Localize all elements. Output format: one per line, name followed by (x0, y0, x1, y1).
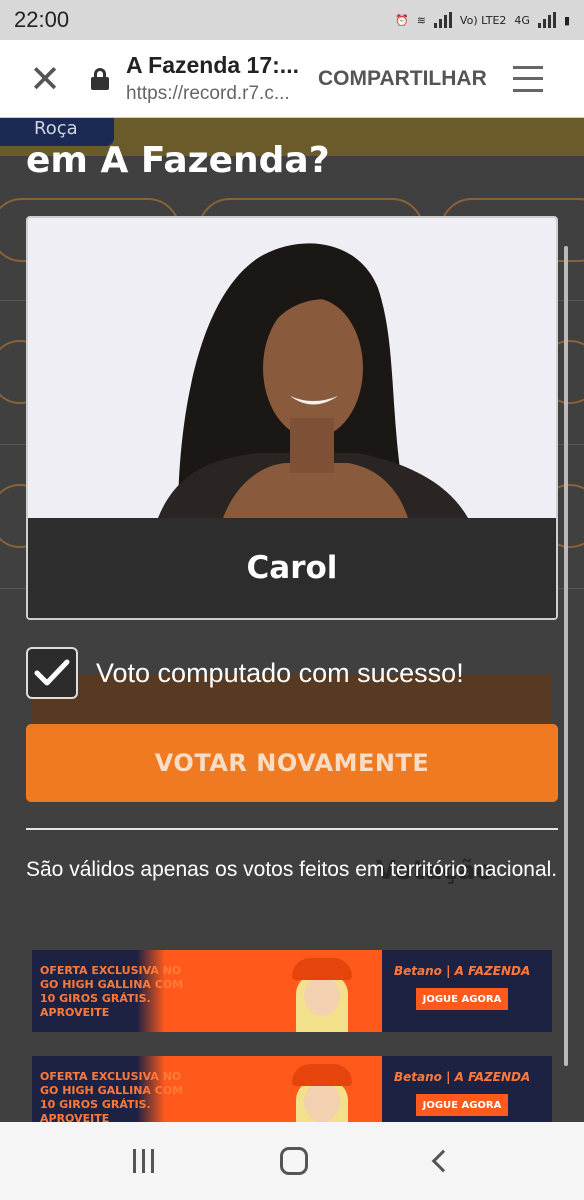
close-icon[interactable]: ✕ (0, 40, 90, 118)
ad-cta-button[interactable]: JOGUE AGORA (416, 988, 508, 1010)
territory-note: São válidos apenas os votos feitos em te… (26, 858, 558, 881)
candidate-photo (28, 218, 556, 518)
alarm-icon: ⏰ (395, 13, 409, 27)
vote-result-modal: Carol Voto computado com sucesso! VOTAR … (26, 216, 558, 1122)
url-text: https://record.r7.c... (126, 83, 290, 104)
scrollbar[interactable] (564, 246, 568, 1066)
network-label: Vo) LTE2 (459, 13, 507, 27)
ad-brand: Betano | A FAZENDA (394, 964, 531, 978)
candidate-card: Carol (26, 216, 558, 620)
status-bar: 22:00 ⏰ ≋ Vo) LTE2 4G ▮ (0, 0, 584, 40)
network-type: 4G (514, 13, 530, 27)
ad-offer-text: OFERTA EXCLUSIVA NO GO HIGH GALLINA COM … (40, 964, 184, 1019)
signal-icon (433, 12, 452, 28)
browser-toolbar: ✕ A Fazenda 17:... https://record.r7.c..… (0, 40, 584, 118)
candidate-name: Carol (28, 518, 556, 618)
status-icons: ⏰ ≋ Vo) LTE2 4G ▮ (395, 12, 570, 28)
ad-banner[interactable]: OFERTA EXCLUSIVA NO GO HIGH GALLINA COM … (32, 950, 552, 1032)
menu-icon[interactable] (512, 65, 543, 92)
battery-icon: ▮ (563, 13, 570, 27)
vote-again-button[interactable]: VOTAR NOVAMENTE (26, 724, 558, 802)
vote-status-text: Voto computado com sucesso! (96, 657, 464, 688)
page-title: A Fazenda 17:... (126, 52, 299, 78)
wifi-icon: ≋ (416, 13, 426, 27)
share-button[interactable]: COMPARTILHAR (318, 67, 487, 91)
status-time: 22:00 (14, 7, 70, 32)
page-content: Roça em A Fazenda? Carol Voto computado … (0, 118, 584, 1122)
recent-apps-icon[interactable] (133, 1149, 155, 1173)
checkbox[interactable] (26, 647, 78, 699)
vote-status-row: Voto computado com sucesso! (26, 646, 558, 700)
ad-offer-text: OFERTA EXCLUSIVA NO GO HIGH GALLINA COM … (40, 1070, 184, 1122)
home-icon[interactable] (280, 1147, 309, 1175)
divider (26, 828, 558, 830)
navigation-bar (0, 1122, 584, 1200)
checkmark-icon (34, 659, 70, 686)
ad-banner[interactable]: OFERTA EXCLUSIVA NO GO HIGH GALLINA COM … (32, 1056, 552, 1122)
cowboy-hat-icon (292, 1064, 352, 1086)
ad-cta-button[interactable]: JOGUE AGORA (416, 1094, 508, 1116)
ad-brand: Betano | A FAZENDA (394, 1070, 531, 1084)
cowboy-hat-icon (292, 958, 352, 980)
background-title: em A Fazenda? (26, 140, 330, 181)
lock-icon (90, 67, 112, 90)
back-icon[interactable] (431, 1149, 455, 1173)
signal-icon-2 (537, 12, 556, 28)
url-block[interactable]: A Fazenda 17:... https://record.r7.c... (126, 52, 306, 105)
